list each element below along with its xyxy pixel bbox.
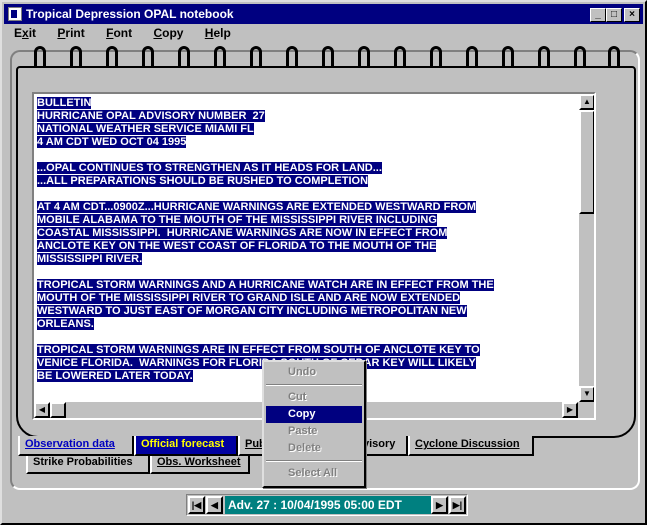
maximize-button[interactable]: □ <box>606 8 622 22</box>
menu-print[interactable]: Print <box>47 24 92 40</box>
advisory-line[interactable] <box>37 188 583 201</box>
selected-text[interactable]: AT 4 AM CDT...0900Z...HURRICANE WARNINGS… <box>37 201 477 213</box>
menu-item-copy[interactable]: Copy <box>266 406 362 423</box>
scroll-up-button[interactable]: ▲ <box>579 94 594 110</box>
advisory-line[interactable]: HURRICANE OPAL ADVISORY NUMBER 27 <box>37 110 583 123</box>
selected-text[interactable]: 4 AM CDT WED OCT 04 1995 <box>37 136 187 148</box>
advisory-line[interactable]: ...ALL PREPARATIONS SHOULD BE RUSHED TO … <box>37 175 583 188</box>
advisory-label: Adv. 27 : 10/04/1995 05:00 EDT <box>225 496 431 514</box>
selected-text[interactable]: TROPICAL STORM WARNINGS AND A HURRICANE … <box>37 279 494 291</box>
next-advisory-button[interactable]: ▶ <box>431 496 448 514</box>
selected-text[interactable]: MOBILE ALABAMA TO THE MOUTH OF THE MISSI… <box>37 214 437 226</box>
advisory-line[interactable]: MISSISSIPPI RIVER. <box>37 253 583 266</box>
advisory-line[interactable]: COASTAL MISSISSIPPI. HURRICANE WARNINGS … <box>37 227 583 240</box>
selected-text[interactable]: ORLEANS. <box>37 318 94 330</box>
advisory-line[interactable]: ANCLOTE KEY ON THE WEST COAST OF FLORIDA… <box>37 240 583 253</box>
tab-cyclone-discussion[interactable]: Cyclone Discussion <box>408 436 534 456</box>
menu-separator <box>266 381 362 389</box>
menu-exit-label-b: it <box>28 26 37 40</box>
selected-text[interactable]: MOUTH OF THE MISSISSIPPI RIVER TO GRAND … <box>37 292 461 304</box>
selected-text[interactable]: TROPICAL STORM WARNINGS ARE IN EFFECT FR… <box>37 344 480 356</box>
advisory-line[interactable]: ...OPAL CONTINUES TO STRENGTHEN AS IT HE… <box>37 162 583 175</box>
first-advisory-button[interactable]: |◀ <box>188 496 205 514</box>
selected-text[interactable]: ...ALL PREPARATIONS SHOULD BE RUSHED TO … <box>37 175 369 187</box>
selected-text[interactable]: BE LOWERED LATER TODAY. <box>37 370 193 382</box>
advisory-line[interactable]: MOBILE ALABAMA TO THE MOUTH OF THE MISSI… <box>37 214 583 227</box>
menu-copy-mnemonic: C <box>153 26 163 40</box>
scroll-left-button[interactable]: ◀ <box>34 402 50 418</box>
menu-item-undo[interactable]: Undo <box>266 364 362 381</box>
vertical-scroll-thumb[interactable] <box>579 110 594 214</box>
notebook-window: Tropical Depression OPAL notebook _ □ × … <box>0 0 647 525</box>
menu-copy-label: opy <box>162 26 184 40</box>
horizontal-scroll-thumb[interactable] <box>50 402 66 418</box>
window-title: Tropical Depression OPAL notebook <box>26 7 234 21</box>
selected-text[interactable]: VENICE FLORIDA. WARNINGS FOR FLORIDA SOU… <box>37 357 476 369</box>
selected-text[interactable]: COASTAL MISSISSIPPI. HURRICANE WARNINGS … <box>37 227 448 239</box>
menu-item-delete[interactable]: Delete <box>266 440 362 457</box>
menu-font[interactable]: Font <box>96 24 140 40</box>
menu-font-label: ont <box>113 26 133 40</box>
selected-text[interactable]: MISSISSIPPI RIVER. <box>37 253 143 265</box>
advisory-line[interactable]: ORLEANS. <box>37 318 583 331</box>
advisory-line[interactable]: TROPICAL STORM WARNINGS ARE IN EFFECT FR… <box>37 344 583 357</box>
menu-help[interactable]: Help <box>195 24 239 40</box>
selected-text[interactable]: HURRICANE OPAL ADVISORY NUMBER 27 <box>37 110 265 122</box>
advisory-line[interactable]: BULLETIN <box>37 97 583 110</box>
menu-item-cut[interactable]: Cut <box>266 389 362 406</box>
context-menu: Undo Cut Copy Paste Delete Select All <box>262 360 366 488</box>
advisory-line[interactable]: AT 4 AM CDT...0900Z...HURRICANE WARNINGS… <box>37 201 583 214</box>
selected-text[interactable]: BULLETIN <box>37 97 92 109</box>
selected-text[interactable]: NATIONAL WEATHER SERVICE MIAMI FL <box>37 123 254 135</box>
selected-text[interactable]: ANCLOTE KEY ON THE WEST COAST OF FLORIDA… <box>37 240 437 252</box>
tab-strike-probabilities[interactable]: Strike Probabilities <box>26 454 150 474</box>
title-bar[interactable]: Tropical Depression OPAL notebook _ □ × <box>4 4 643 24</box>
vertical-scrollbar[interactable]: ▲ ▼ <box>578 94 594 402</box>
menu-separator <box>266 457 362 465</box>
previous-advisory-button[interactable]: ◀ <box>206 496 223 514</box>
advisory-line[interactable]: NATIONAL WEATHER SERVICE MIAMI FL <box>37 123 583 136</box>
menu-item-select-all[interactable]: Select All <box>266 465 362 482</box>
selected-text[interactable]: WESTWARD TO JUST EAST OF MORGAN CITY INC… <box>37 305 467 317</box>
menu-print-label: rint <box>65 26 85 40</box>
advisory-line[interactable]: MOUTH OF THE MISSISSIPPI RIVER TO GRAND … <box>37 292 583 305</box>
advisory-line[interactable] <box>37 266 583 279</box>
menu-bar: Exit Print Font Copy Help <box>4 24 643 44</box>
menu-exit-label-a: E <box>14 26 23 40</box>
advisory-text[interactable]: BULLETIN HURRICANE OPAL ADVISORY NUMBER 2… <box>37 97 583 383</box>
advisory-line[interactable]: WESTWARD TO JUST EAST OF MORGAN CITY INC… <box>37 305 583 318</box>
tab-observation-data[interactable]: Observation data <box>18 436 134 456</box>
menu-item-paste[interactable]: Paste <box>266 423 362 440</box>
scroll-down-button[interactable]: ▼ <box>579 386 594 402</box>
menu-exit[interactable]: Exit <box>4 24 44 40</box>
advisory-line[interactable]: 4 AM CDT WED OCT 04 1995 <box>37 136 583 149</box>
advisory-line[interactable]: TROPICAL STORM WARNINGS AND A HURRICANE … <box>37 279 583 292</box>
scroll-right-button[interactable]: ▶ <box>562 402 578 418</box>
tab-obs-worksheet[interactable]: Obs. Worksheet <box>150 454 250 474</box>
advisory-line[interactable] <box>37 149 583 162</box>
advisory-line[interactable] <box>37 331 583 344</box>
app-icon[interactable] <box>8 7 22 21</box>
tab-official-forecast[interactable]: Official forecast <box>134 436 238 456</box>
menu-copy[interactable]: Copy <box>143 24 191 40</box>
advisory-navigator: |◀ ◀ Adv. 27 : 10/04/1995 05:00 EDT ▶ ▶| <box>186 494 468 516</box>
menu-help-label: elp <box>213 26 231 40</box>
minimize-button[interactable]: _ <box>590 8 606 22</box>
last-advisory-button[interactable]: ▶| <box>449 496 466 514</box>
scrollbar-corner <box>578 402 594 418</box>
selected-text[interactable]: ...OPAL CONTINUES TO STRENGTHEN AS IT HE… <box>37 162 382 174</box>
menu-exit-mnemonic: x <box>22 26 29 40</box>
close-button[interactable]: × <box>624 8 640 22</box>
